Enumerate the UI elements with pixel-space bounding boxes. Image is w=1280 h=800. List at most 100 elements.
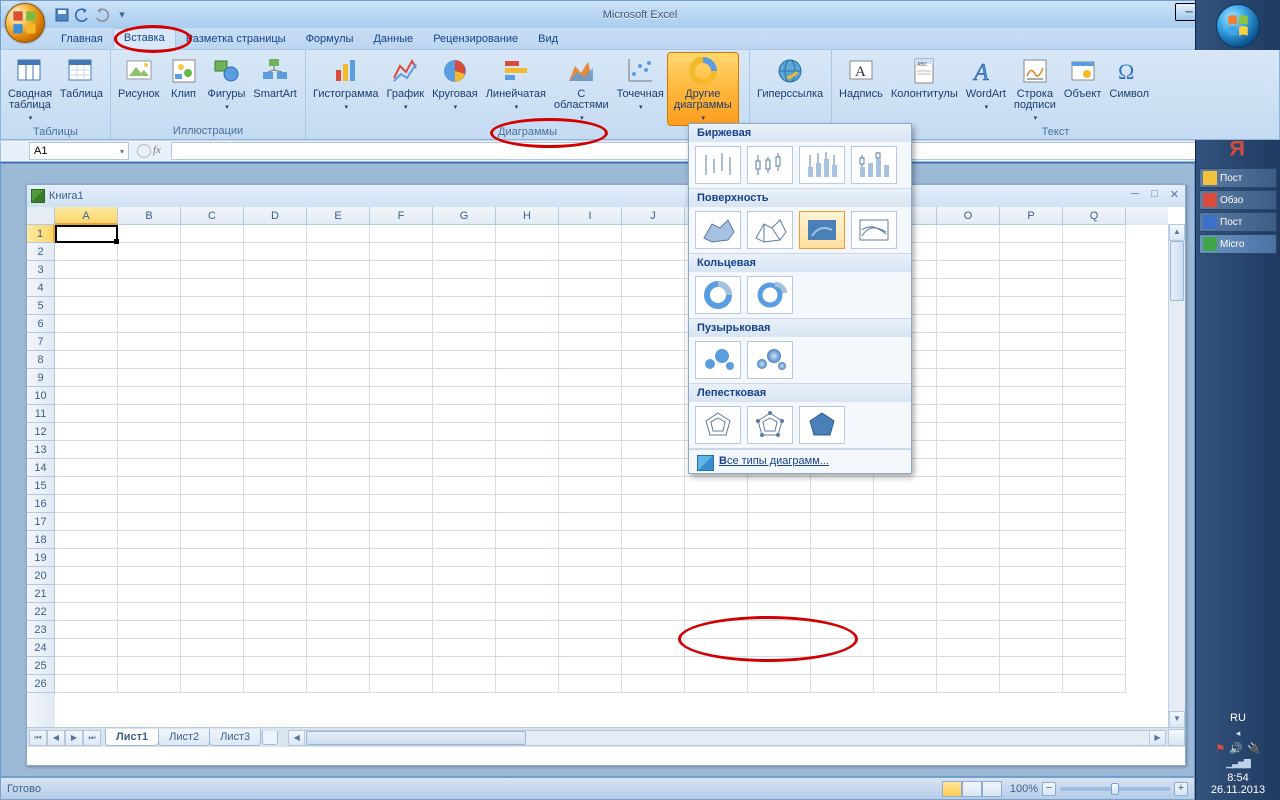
cell[interactable] [244,279,307,297]
cell[interactable] [937,531,1000,549]
cell[interactable] [55,315,118,333]
cell[interactable] [748,495,811,513]
cell[interactable] [622,261,685,279]
cell[interactable] [370,243,433,261]
cell[interactable] [559,477,622,495]
cell[interactable] [370,513,433,531]
cell[interactable] [118,549,181,567]
cell[interactable] [307,657,370,675]
cell[interactable] [370,495,433,513]
cell[interactable] [118,603,181,621]
cell[interactable] [370,585,433,603]
cell[interactable] [181,477,244,495]
cell[interactable] [307,477,370,495]
cell[interactable] [937,567,1000,585]
cell[interactable] [181,459,244,477]
cell[interactable] [874,639,937,657]
symbol-button[interactable]: Ω Символ [1105,53,1153,102]
cell[interactable] [307,225,370,243]
cell[interactable] [370,351,433,369]
row-header[interactable]: 3 [27,261,55,279]
row-header[interactable]: 22 [27,603,55,621]
cell[interactable] [496,585,559,603]
cell[interactable] [1063,639,1126,657]
cell[interactable] [55,675,118,693]
cell[interactable] [55,351,118,369]
column-header[interactable]: J [622,207,685,225]
cell[interactable] [622,405,685,423]
cell[interactable] [811,603,874,621]
cell[interactable] [307,333,370,351]
cell[interactable] [118,351,181,369]
cell[interactable] [244,423,307,441]
cell[interactable] [307,279,370,297]
last-sheet-button[interactable]: ⏭ [83,730,101,746]
row-header[interactable]: 8 [27,351,55,369]
cell[interactable] [307,369,370,387]
cell[interactable] [685,513,748,531]
cell[interactable] [181,279,244,297]
cell[interactable] [559,297,622,315]
donut-chart-1[interactable] [695,276,741,314]
picture-button[interactable]: Рисунок [114,53,164,102]
cell[interactable] [496,369,559,387]
cell[interactable] [811,657,874,675]
column-header[interactable]: P [1000,207,1063,225]
cell[interactable] [433,675,496,693]
cell[interactable] [811,513,874,531]
cell[interactable] [307,459,370,477]
cell[interactable] [181,405,244,423]
cell[interactable] [748,585,811,603]
cell[interactable] [1063,549,1126,567]
cell[interactable] [181,315,244,333]
tray-power-icon[interactable]: 🔌 [1247,742,1261,755]
cell[interactable] [559,351,622,369]
cell[interactable] [748,531,811,549]
cell[interactable] [370,639,433,657]
sheet-tab[interactable]: Лист3 [209,729,261,746]
ribbon-tab-0[interactable]: Главная [51,30,113,49]
workbook-titlebar[interactable]: Книга1 ─ □ ✕ [27,185,1185,207]
cell[interactable] [559,639,622,657]
cell[interactable] [181,603,244,621]
zoom-percent[interactable]: 100% [1010,783,1038,795]
cell[interactable] [748,477,811,495]
cell[interactable] [937,621,1000,639]
cell[interactable] [433,477,496,495]
cell[interactable] [244,549,307,567]
fx-icon[interactable]: fx [153,144,167,158]
cell[interactable] [181,675,244,693]
cell[interactable] [622,675,685,693]
zoom-out-button[interactable]: − [1042,782,1056,796]
cell[interactable] [55,567,118,585]
cell[interactable] [1063,297,1126,315]
cell[interactable] [244,315,307,333]
bar-chart-button[interactable]: Линейчатая [482,53,550,114]
cell[interactable] [874,513,937,531]
cell[interactable] [748,549,811,567]
cell[interactable] [874,585,937,603]
cell[interactable] [937,675,1000,693]
cell[interactable] [496,405,559,423]
qat-dropdown-icon[interactable]: ▾ [113,6,131,24]
cell[interactable] [937,639,1000,657]
cell[interactable] [622,495,685,513]
cell[interactable] [118,459,181,477]
cell[interactable] [937,477,1000,495]
cell[interactable] [1000,261,1063,279]
cell[interactable] [55,639,118,657]
cell[interactable] [1000,675,1063,693]
cell[interactable] [433,459,496,477]
cell[interactable] [496,621,559,639]
cell[interactable] [937,387,1000,405]
cell[interactable] [433,513,496,531]
cell[interactable] [118,495,181,513]
undo-icon[interactable] [73,6,91,24]
cell[interactable] [496,261,559,279]
cell[interactable] [559,459,622,477]
surface-chart-2[interactable] [747,211,793,249]
name-box[interactable]: A1▾ [29,142,129,160]
cell[interactable] [496,513,559,531]
cell[interactable] [874,603,937,621]
row-header[interactable]: 12 [27,423,55,441]
